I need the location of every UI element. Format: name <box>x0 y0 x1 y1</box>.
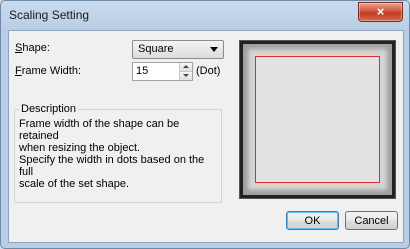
frame-width-label: Frame Width: <box>15 65 82 77</box>
preview-shape-frame <box>255 56 380 183</box>
spin-up-button[interactable] <box>180 63 192 72</box>
arrow-down-icon <box>183 74 189 77</box>
scaling-setting-dialog: Scaling Setting × Shape: Square Frame Wi… <box>0 0 410 249</box>
shape-select[interactable]: Square <box>132 40 224 59</box>
description-group: Description Frame width of the shape can… <box>14 103 222 203</box>
arrow-up-icon <box>183 65 189 68</box>
shape-label: Shape: <box>15 42 50 54</box>
spin-buttons <box>179 63 192 80</box>
description-title: Description <box>19 103 79 115</box>
preview-canvas <box>243 44 392 195</box>
spin-down-button[interactable] <box>180 72 192 80</box>
window-title: Scaling Setting <box>9 8 90 22</box>
frame-width-input[interactable] <box>136 64 176 78</box>
ok-button[interactable]: OK <box>286 211 339 230</box>
title-bar[interactable]: Scaling Setting × <box>1 1 409 29</box>
dialog-body: Shape: Square Frame Width: (Dot) Descrip… <box>8 30 404 243</box>
shape-preview <box>239 40 396 199</box>
frame-width-stepper[interactable] <box>132 62 193 81</box>
frame-width-unit: (Dot) <box>196 65 221 77</box>
cancel-button[interactable]: Cancel <box>345 211 398 230</box>
shape-select-value: Square <box>138 43 174 55</box>
close-icon: × <box>376 4 385 19</box>
close-button[interactable]: × <box>358 2 403 22</box>
chevron-down-icon <box>210 47 218 52</box>
description-text: Frame width of the shape can be retained… <box>19 118 205 190</box>
